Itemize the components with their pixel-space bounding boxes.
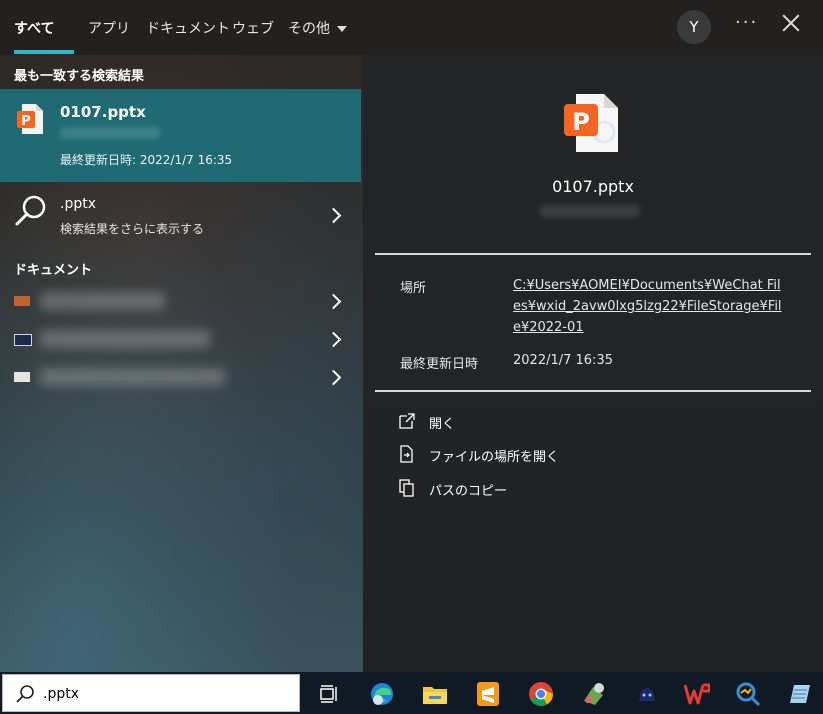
- chrome-icon[interactable]: [527, 680, 555, 708]
- open-label: 開く: [429, 417, 456, 432]
- more-options-button[interactable]: ···: [735, 12, 758, 33]
- pptx-file-icon: P: [16, 103, 44, 139]
- open-file-location-action[interactable]: ファイルの場所を開く: [398, 443, 698, 467]
- chevron-right-icon: [325, 369, 342, 386]
- web-search-suggestion[interactable]: .pptx 検索結果をさらに表示する: [0, 188, 361, 242]
- document-thumbnail: [14, 296, 30, 306]
- document-thumbnail: [14, 334, 32, 346]
- file-explorer-icon[interactable]: [421, 680, 449, 708]
- tab-documents[interactable]: ドキュメント: [146, 18, 230, 38]
- modified-label: 最終更新日時: [400, 357, 479, 372]
- tab-more-label: その他: [288, 21, 330, 37]
- location-link[interactable]: C:¥Users¥AOMEI¥Documents¥WeChat Files¥wx…: [513, 275, 788, 338]
- pptx-large-icon: P: [564, 92, 620, 158]
- best-match-file-name: 0107.pptx: [60, 103, 146, 121]
- chevron-right-icon: [325, 331, 342, 348]
- tab-more[interactable]: その他: [288, 18, 347, 38]
- modified-value: 2022/1/7 16:35: [513, 353, 613, 368]
- document-result[interactable]: [0, 322, 361, 356]
- copy-path-action[interactable]: パスのコピー: [398, 477, 698, 501]
- edge-icon[interactable]: [368, 680, 396, 708]
- detail-file-name: 0107.pptx: [552, 177, 634, 196]
- svg-text:P: P: [572, 108, 590, 136]
- top-bar: すべて アプリ ドキュメント ウェブ その他 Y ···: [0, 0, 823, 55]
- app-icon[interactable]: [580, 680, 608, 708]
- tab-web[interactable]: ウェブ: [232, 18, 274, 38]
- copy-path-label: パスのコピー: [429, 484, 508, 499]
- taskbar-search-box[interactable]: [2, 674, 300, 712]
- open-icon: [398, 412, 416, 430]
- web-search-query: .pptx: [60, 196, 96, 212]
- notepad-icon[interactable]: [786, 680, 814, 708]
- game-icon[interactable]: [633, 680, 661, 708]
- document-thumbnail: [14, 372, 30, 382]
- divider: [375, 253, 811, 255]
- active-tab-indicator: [14, 50, 74, 54]
- avatar[interactable]: Y: [677, 10, 711, 44]
- blurred-document-name: [40, 330, 210, 348]
- sublime-text-icon[interactable]: [474, 680, 502, 708]
- document-result[interactable]: [0, 360, 361, 394]
- blurred-document-name: [40, 292, 165, 310]
- chevron-right-icon: [325, 293, 342, 310]
- blurred-path: [60, 127, 160, 139]
- chevron-down-icon: [337, 26, 347, 32]
- location-label: 場所: [400, 281, 427, 296]
- document-result[interactable]: [0, 284, 361, 318]
- wps-office-icon[interactable]: [683, 680, 711, 708]
- svg-text:P: P: [21, 114, 31, 129]
- blurred-detail-path: [540, 205, 640, 217]
- best-match-modified: 最終更新日時: 2022/1/7 16:35: [60, 153, 233, 167]
- search-input[interactable]: [41, 681, 295, 707]
- search-app-icon[interactable]: [734, 680, 762, 708]
- search-icon: [15, 684, 35, 708]
- blurred-document-name: [40, 368, 225, 386]
- copy-path-icon: [398, 479, 416, 497]
- task-view-icon[interactable]: [315, 680, 343, 708]
- divider: [375, 390, 811, 392]
- file-location-icon: [398, 445, 416, 463]
- open-action[interactable]: 開く: [398, 410, 698, 434]
- tab-apps[interactable]: アプリ: [88, 18, 130, 38]
- search-icon: [14, 194, 48, 232]
- documents-heading: ドキュメント: [14, 263, 93, 278]
- open-file-location-label: ファイルの場所を開く: [429, 450, 560, 465]
- web-search-subtitle: 検索結果をさらに表示する: [60, 222, 205, 236]
- best-match-result[interactable]: P 0107.pptx 最終更新日時: 2022/1/7 16:35: [0, 89, 361, 182]
- chevron-right-icon: [325, 207, 342, 224]
- best-match-heading: 最も一致する検索結果: [14, 69, 145, 84]
- tab-all[interactable]: すべて: [14, 18, 54, 38]
- close-icon[interactable]: [780, 12, 802, 34]
